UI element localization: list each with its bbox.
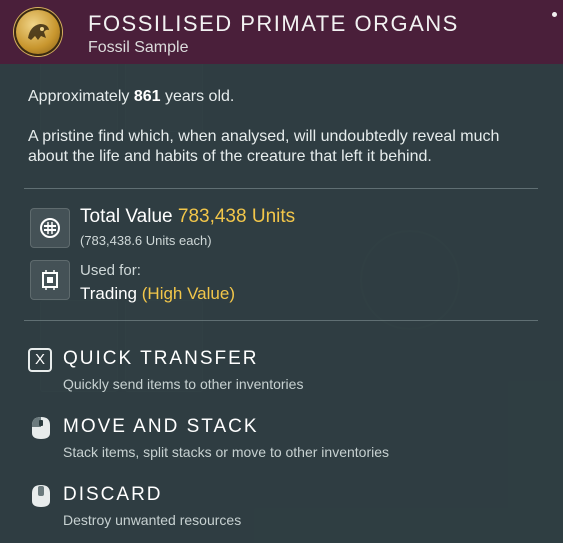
divider	[24, 188, 538, 189]
fossil-icon	[14, 8, 62, 56]
move-and-stack-action[interactable]: MOVE AND STACK Stack items, split stacks…	[28, 415, 528, 465]
age-value: 861	[133, 88, 161, 105]
item-title: FOSSILISED PRIMATE ORGANS	[88, 11, 459, 36]
action-name: MOVE AND STACK	[63, 416, 259, 437]
used-for-label: Used for:	[80, 262, 141, 279]
used-for-text: Trading	[80, 284, 138, 303]
trade-chip-icon	[30, 260, 70, 300]
action-hint: Quickly send items to other inventories	[63, 376, 304, 392]
units-icon	[30, 208, 70, 248]
mouse-left-click-icon	[28, 415, 54, 446]
discard-action[interactable]: DISCARD Destroy unwanted resources	[28, 483, 528, 533]
age-prefix: Approximately	[28, 88, 130, 105]
tooltip-header: FOSSILISED PRIMATE ORGANS Fossil Sample	[0, 0, 563, 64]
quick-transfer-action[interactable]: X QUICK TRANSFER Quickly send items to o…	[28, 347, 528, 397]
x-key-icon: X	[28, 348, 52, 372]
used-for-highlight: (High Value)	[141, 284, 235, 303]
used-for-value: Trading (High Value)	[80, 284, 235, 304]
item-description: A pristine find which, when analysed, wi…	[28, 128, 500, 165]
corner-dot-icon	[552, 12, 557, 17]
total-value: Total Value 783,438 Units	[80, 206, 295, 228]
divider	[24, 320, 538, 321]
item-category: Fossil Sample	[88, 39, 189, 56]
action-hint: Stack items, split stacks or move to oth…	[63, 444, 390, 460]
item-age: Approximately 861 years old.	[28, 88, 234, 106]
age-suffix: years old.	[164, 88, 235, 105]
action-name: DISCARD	[63, 484, 163, 505]
action-name: QUICK TRANSFER	[63, 348, 259, 369]
mouse-middle-click-icon	[28, 483, 54, 514]
value-each: (783,438.6 Units each)	[80, 233, 212, 248]
total-value-label: Total Value	[80, 206, 173, 227]
action-hint: Destroy unwanted resources	[63, 512, 242, 528]
total-value-amount: 783,438 Units	[177, 206, 296, 227]
item-tooltip-panel: FOSSILISED PRIMATE ORGANS Fossil Sample …	[0, 0, 563, 543]
